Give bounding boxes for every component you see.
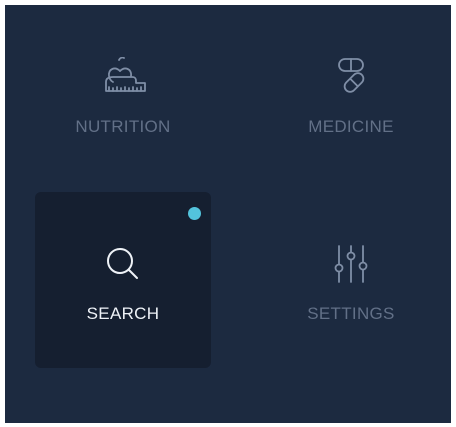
tile-nutrition-label: NUTRITION <box>75 117 171 136</box>
tile-medicine-label: MEDICINE <box>308 117 394 136</box>
tile-settings-label: SETTINGS <box>307 304 395 323</box>
tile-search[interactable]: SEARCH <box>35 192 211 368</box>
tile-nutrition[interactable]: NUTRITION <box>35 5 211 181</box>
tile-medicine[interactable]: MEDICINE <box>263 5 439 181</box>
search-icon <box>35 244 211 284</box>
notification-dot <box>188 207 201 220</box>
tile-search-label: SEARCH <box>86 304 160 323</box>
apple-scale-icon <box>35 57 211 97</box>
sliders-icon <box>263 244 439 284</box>
menu-panel: NUTRITION MEDICINE SEARCH SETTINGS <box>5 5 451 423</box>
tile-settings[interactable]: SETTINGS <box>263 192 439 368</box>
pills-icon <box>263 57 439 97</box>
